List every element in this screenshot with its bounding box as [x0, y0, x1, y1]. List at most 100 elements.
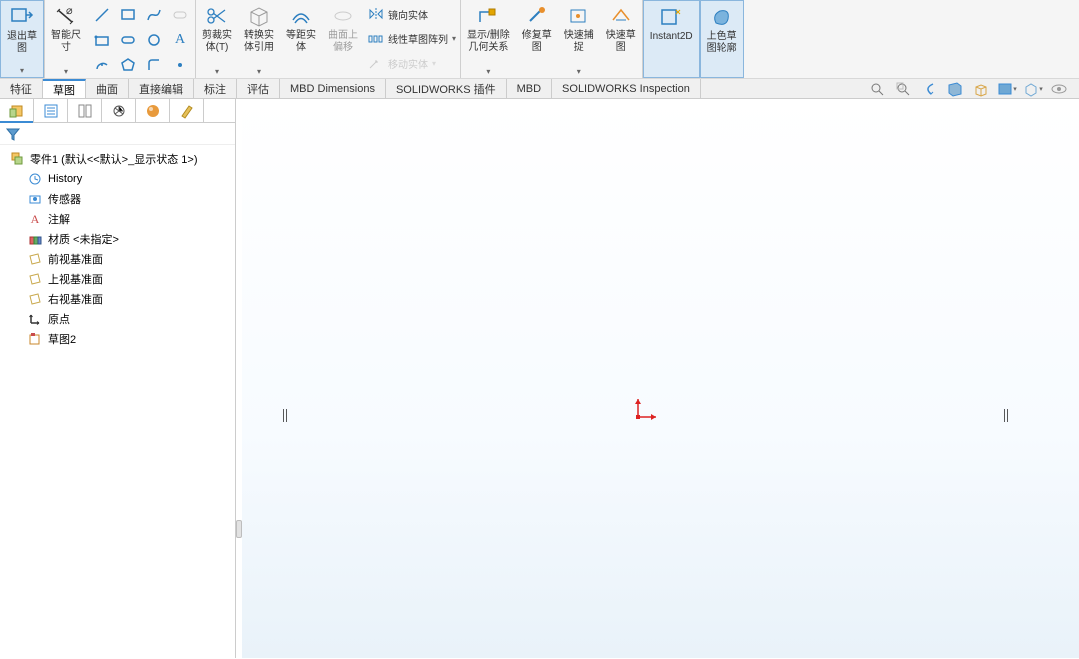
slot-tool[interactable]	[167, 2, 193, 27]
tree-item-right-plane[interactable]: 右视基准面	[0, 289, 235, 309]
dimxpert-manager-tab[interactable]	[102, 99, 136, 122]
tab-solidworks-inspection[interactable]: SOLIDWORKS Inspection	[552, 79, 701, 98]
fillet-tool[interactable]	[141, 52, 167, 77]
tree-label: History	[48, 173, 82, 185]
tab-evaluate[interactable]: 评估	[237, 79, 280, 98]
shaded-sketch-button[interactable]: 上色草 图轮廓	[700, 0, 744, 78]
rapid-sketch-button[interactable]: 快速草 图	[600, 0, 642, 78]
material-icon	[28, 232, 42, 246]
convert-icon	[247, 4, 271, 28]
tree-item-sensors[interactable]: 传感器	[0, 189, 235, 209]
zoom-fit-icon[interactable]	[867, 80, 887, 98]
convert-entities-button[interactable]: 转换实 体引用 ▾	[238, 0, 280, 78]
polygon-tool[interactable]	[115, 52, 141, 77]
offset-entities-button[interactable]: 等距实 体	[280, 0, 322, 78]
repair-icon	[525, 4, 549, 28]
graphics-area[interactable]: || ||	[242, 99, 1079, 658]
rapid-sketch-icon	[609, 4, 633, 28]
tree-item-sketch2[interactable]: 草图2	[0, 329, 235, 349]
plane-icon	[28, 272, 42, 286]
tab-sketch[interactable]: 草图	[43, 79, 86, 98]
rectangle-tool[interactable]	[115, 2, 141, 27]
convert-label: 转换实 体引用	[244, 30, 274, 54]
tree-filter-bar[interactable]	[0, 123, 235, 145]
display-style-icon[interactable]: ▾	[997, 80, 1017, 98]
rect-corner-tool[interactable]	[89, 27, 115, 52]
tab-solidworks-addins[interactable]: SOLIDWORKS 插件	[386, 79, 507, 98]
mirror-label: 镜向实体	[388, 7, 428, 22]
text-tool[interactable]: A	[167, 27, 193, 52]
previous-view-icon[interactable]	[919, 80, 939, 98]
tab-markup[interactable]: 标注	[194, 79, 237, 98]
surface-offset-button[interactable]: 曲面上 偏移	[322, 0, 364, 78]
sketch-tools-grid: A	[87, 0, 195, 78]
tab-mbd-dimensions[interactable]: MBD Dimensions	[280, 79, 386, 98]
shaded-icon	[710, 5, 734, 29]
feature-manager-tab[interactable]	[0, 99, 34, 122]
trim-label: 剪裁实 体(T)	[202, 30, 232, 54]
smart-dimension-label: 智能尺 寸	[51, 30, 81, 54]
line-tool[interactable]	[89, 2, 115, 27]
exit-sketch-icon	[10, 5, 34, 29]
move-entities-button[interactable]: 移动实体 ▾	[368, 52, 456, 76]
tree-item-origin[interactable]: 原点	[0, 309, 235, 329]
tree-item-annotations[interactable]: A 注解	[0, 209, 235, 229]
slot-straight-tool[interactable]	[115, 27, 141, 52]
linear-pattern-button[interactable]: 线性草图阵列 ▾	[368, 27, 456, 51]
ribbon: 退出草 图 ▾ ⌀ 智能尺 寸 ▾ A	[0, 0, 1079, 79]
mirror-entities-button[interactable]: 镜向实体	[368, 2, 456, 26]
tree-item-history[interactable]: History	[0, 169, 235, 189]
instant2d-button[interactable]: Instant2D	[643, 0, 700, 78]
display-manager-tab[interactable]	[136, 99, 170, 122]
manager-tabs	[0, 99, 235, 123]
tree-label: 原点	[48, 311, 70, 327]
repair-label: 修复草 图	[522, 30, 552, 54]
history-icon	[28, 172, 42, 186]
display-relations-button[interactable]: 显示/删除 几何关系 ▾	[461, 0, 516, 78]
zoom-area-icon[interactable]	[893, 80, 913, 98]
circle-tool[interactable]	[141, 27, 167, 52]
tree-item-top-plane[interactable]: 上视基准面	[0, 269, 235, 289]
section-view-icon[interactable]	[945, 80, 965, 98]
tab-surfaces[interactable]: 曲面	[86, 79, 129, 98]
dropdown-icon: ▾	[215, 67, 219, 76]
tab-mbd[interactable]: MBD	[507, 79, 552, 98]
tree-label: 草图2	[48, 331, 76, 347]
dropdown-icon: ▾	[577, 67, 581, 76]
property-manager-tab[interactable]	[34, 99, 68, 122]
configuration-manager-tab[interactable]	[68, 99, 102, 122]
offset-icon	[289, 4, 313, 28]
arc-tool[interactable]	[89, 52, 115, 77]
sketch-icon	[28, 332, 42, 346]
eye-icon[interactable]	[1049, 80, 1069, 98]
shaded-label: 上色草 图轮廓	[707, 31, 737, 55]
tree-item-front-plane[interactable]: 前视基准面	[0, 249, 235, 269]
feature-tree[interactable]: 零件1 (默认<<默认>_显示状态 1>) History 传感器 A 注解 材…	[0, 145, 235, 658]
snap-icon	[567, 4, 591, 28]
tab-features[interactable]: 特征	[0, 79, 43, 98]
svg-text:⌀: ⌀	[66, 5, 73, 17]
repair-sketch-button[interactable]: 修复草 图	[516, 0, 558, 78]
point-tool[interactable]	[167, 52, 193, 77]
trim-entities-button[interactable]: 剪裁实 体(T) ▾	[196, 0, 238, 78]
exit-sketch-button[interactable]: 退出草 图 ▾	[0, 0, 44, 78]
scissors-icon	[205, 4, 229, 28]
rapid-sketch-label: 快速草 图	[606, 30, 636, 54]
smart-dimension-button[interactable]: ⌀ 智能尺 寸 ▾	[45, 0, 87, 78]
dropdown-icon: ▾	[486, 67, 490, 76]
view-orientation-icon[interactable]	[971, 80, 991, 98]
markup-tab[interactable]	[170, 99, 204, 122]
relations-label: 显示/删除 几何关系	[467, 30, 510, 54]
right-mark: ||	[1003, 407, 1009, 424]
move-label: 移动实体	[388, 56, 428, 71]
left-mark: ||	[282, 407, 288, 424]
tab-direct-edit[interactable]: 直接编辑	[129, 79, 194, 98]
surface-offset-icon	[331, 4, 355, 28]
tree-label: 上视基准面	[48, 271, 103, 287]
tree-item-material[interactable]: 材质 <未指定>	[0, 229, 235, 249]
spline-tool[interactable]	[141, 2, 167, 27]
quick-snap-button[interactable]: 快速捕 捉 ▾	[558, 0, 600, 78]
tree-root-part[interactable]: 零件1 (默认<<默认>_显示状态 1>)	[0, 149, 235, 169]
hide-show-icon[interactable]: ▾	[1023, 80, 1043, 98]
command-tabs: 特征 草图 曲面 直接编辑 标注 评估 MBD Dimensions SOLID…	[0, 79, 1079, 99]
